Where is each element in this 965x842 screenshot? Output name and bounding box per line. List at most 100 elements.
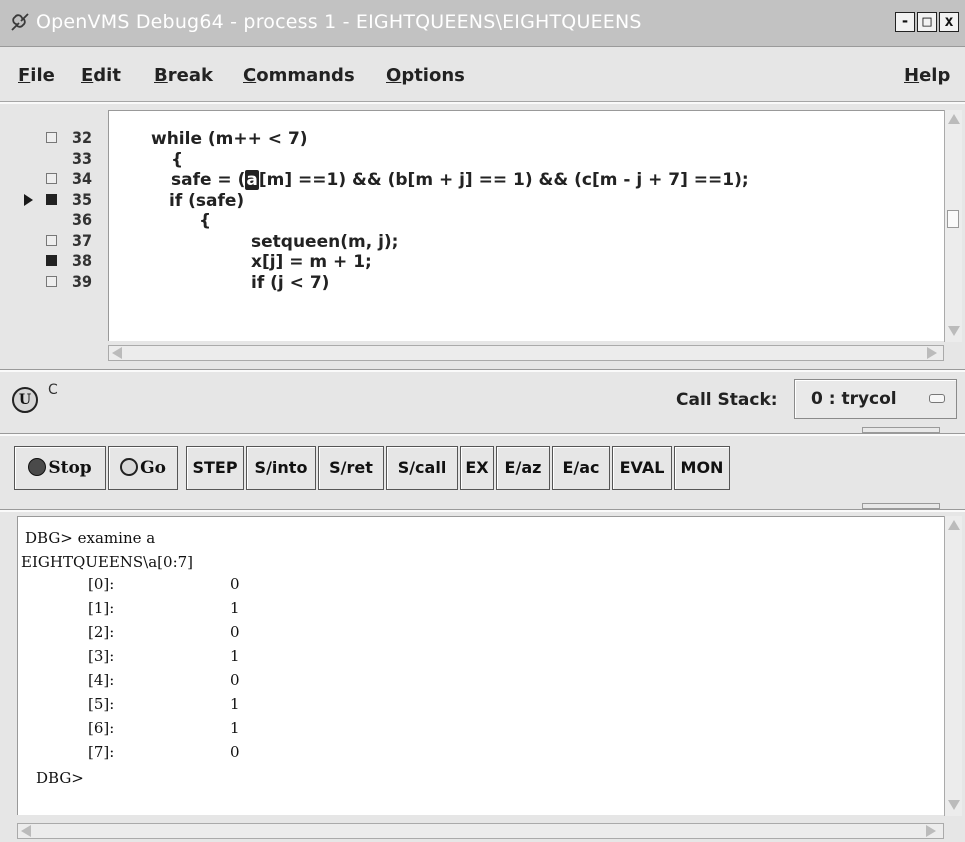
call-stack-value: 0 : trycol bbox=[811, 389, 897, 409]
output-scroll-down-arrow-icon[interactable] bbox=[948, 800, 960, 810]
array-value: 1 bbox=[230, 719, 240, 737]
line-number: 38 bbox=[71, 251, 92, 270]
output-vertical-scrollbar[interactable] bbox=[944, 516, 962, 816]
call-stack-dropdown[interactable]: 0 : trycol bbox=[794, 379, 957, 419]
examine-ac-button[interactable]: E/ac bbox=[552, 446, 610, 490]
breakpoint-toggle[interactable] bbox=[46, 173, 57, 184]
examine-az-button[interactable]: E/az bbox=[496, 446, 550, 490]
minimize-button[interactable]: - bbox=[895, 12, 915, 32]
menu-commands[interactable]: Commands bbox=[243, 65, 355, 86]
close-button[interactable]: x bbox=[939, 12, 959, 32]
output-scroll-up-arrow-icon[interactable] bbox=[948, 520, 960, 530]
line-number: 33 bbox=[71, 149, 92, 168]
menu-bar: File Edit Break Commands Options Help bbox=[0, 47, 965, 102]
breakpoint-toggle[interactable] bbox=[46, 276, 57, 287]
source-line-gutter: 37 bbox=[0, 231, 108, 251]
stop-dot-icon bbox=[28, 457, 47, 476]
source-code-line: { bbox=[171, 150, 183, 170]
output-scroll-left-arrow-icon[interactable] bbox=[21, 825, 31, 837]
array-index: [3]: bbox=[88, 647, 115, 665]
scroll-left-arrow-icon[interactable] bbox=[112, 347, 122, 359]
code-text: setqueen(m, j); bbox=[251, 232, 399, 252]
maximize-button[interactable]: □ bbox=[917, 12, 937, 32]
source-line-gutter: 32 bbox=[0, 128, 108, 148]
scroll-up-arrow-icon[interactable] bbox=[948, 114, 960, 124]
source-code-line: { bbox=[199, 211, 211, 231]
user-mode-icon: U bbox=[12, 387, 38, 413]
array-index: [1]: bbox=[88, 599, 115, 617]
menu-file[interactable]: File bbox=[18, 65, 55, 86]
output-horizontal-scrollbar[interactable] bbox=[17, 823, 944, 839]
source-line-gutter: 35 bbox=[0, 190, 108, 210]
array-value: 1 bbox=[230, 695, 240, 713]
menu-commands-rest: ommands bbox=[256, 65, 355, 86]
array-index: [2]: bbox=[88, 623, 115, 641]
step-into-button[interactable]: S/into bbox=[246, 446, 316, 490]
step-button[interactable]: STEP bbox=[186, 446, 244, 490]
array-value: 0 bbox=[230, 623, 240, 641]
go-button-label: Go bbox=[140, 458, 166, 478]
array-index: [7]: bbox=[88, 743, 115, 761]
debugger-prompt: DBG> bbox=[36, 769, 84, 787]
code-text: x[j] = m + 1; bbox=[251, 252, 372, 272]
menu-file-rest: ile bbox=[30, 65, 55, 86]
step-return-button[interactable]: S/ret bbox=[318, 446, 384, 490]
menu-break[interactable]: Break bbox=[154, 65, 213, 86]
menu-commands-mnemonic: C bbox=[243, 65, 257, 86]
source-code-line: if (safe) bbox=[169, 191, 244, 211]
array-index: [5]: bbox=[88, 695, 115, 713]
text-cursor-highlight: a bbox=[245, 170, 259, 190]
examined-symbol: EIGHTQUEENS\a[0:7] bbox=[21, 553, 194, 571]
command-toolbar: Stop Go STEP S/into S/ret S/call EX E/az… bbox=[0, 440, 965, 502]
source-gutter: 32 33 34 35 36 37 38 39 bbox=[0, 110, 108, 342]
breakpoint-toggle[interactable] bbox=[46, 132, 57, 143]
array-value: 0 bbox=[230, 671, 240, 689]
go-dot-icon bbox=[120, 457, 139, 476]
evaluate-button[interactable]: EVAL bbox=[612, 446, 672, 490]
line-number: 37 bbox=[71, 231, 92, 250]
breakpoint-set-toggle[interactable] bbox=[46, 194, 57, 205]
pane-separator bbox=[0, 369, 965, 372]
code-text: { bbox=[171, 150, 184, 170]
array-value: 0 bbox=[230, 743, 240, 761]
examine-button[interactable]: EX bbox=[460, 446, 494, 490]
menu-edit[interactable]: Edit bbox=[81, 65, 121, 86]
scroll-down-arrow-icon[interactable] bbox=[948, 326, 960, 336]
go-button[interactable]: Go bbox=[108, 446, 178, 490]
scroll-right-arrow-icon[interactable] bbox=[927, 347, 937, 359]
source-vertical-scrollbar[interactable] bbox=[944, 110, 962, 342]
menu-options[interactable]: Options bbox=[386, 65, 465, 86]
menu-edit-mnemonic: E bbox=[81, 65, 94, 86]
monitor-button[interactable]: MON bbox=[674, 446, 730, 490]
menu-edit-rest: dit bbox=[93, 65, 121, 86]
source-line-gutter: 38 bbox=[0, 251, 108, 271]
array-value: 0 bbox=[230, 575, 240, 593]
source-code-line: setqueen(m, j); bbox=[251, 232, 398, 252]
source-view[interactable]: while (m++ < 7){safe = (a[m] ==1) && (b[… bbox=[108, 110, 944, 341]
source-horizontal-scrollbar[interactable] bbox=[108, 345, 944, 361]
breakpoint-toggle[interactable] bbox=[46, 235, 57, 246]
menu-options-mnemonic: O bbox=[386, 65, 402, 86]
line-number: 35 bbox=[71, 190, 92, 209]
stop-button-label: Stop bbox=[48, 458, 92, 478]
source-scroll-thumb[interactable] bbox=[947, 210, 959, 228]
menu-break-rest: reak bbox=[167, 65, 213, 86]
code-text: if (safe) bbox=[169, 191, 245, 211]
pane-separator-3 bbox=[0, 509, 965, 512]
menu-break-mnemonic: B bbox=[154, 65, 168, 86]
code-text: safe = ( bbox=[171, 170, 246, 190]
output-scroll-right-arrow-icon[interactable] bbox=[926, 825, 936, 837]
line-number: 39 bbox=[71, 272, 92, 291]
step-call-button[interactable]: S/call bbox=[386, 446, 458, 490]
code-text: while (m++ < 7) bbox=[151, 129, 308, 149]
stop-button[interactable]: Stop bbox=[14, 446, 106, 490]
command-output-view[interactable]: DBG> examine a EIGHTQUEENS\a[0:7] DBG> [… bbox=[17, 516, 944, 815]
line-number: 36 bbox=[71, 210, 92, 229]
menu-help[interactable]: Help bbox=[904, 65, 950, 86]
code-text: if (j < 7) bbox=[251, 273, 330, 293]
window-title: OpenVMS Debug64 - process 1 - EIGHTQUEEN… bbox=[36, 11, 642, 33]
title-bar[interactable]: OpenVMS Debug64 - process 1 - EIGHTQUEEN… bbox=[0, 0, 965, 47]
source-code-line: while (m++ < 7) bbox=[151, 129, 308, 149]
array-value: 1 bbox=[230, 599, 240, 617]
breakpoint-set-toggle[interactable] bbox=[46, 255, 57, 266]
